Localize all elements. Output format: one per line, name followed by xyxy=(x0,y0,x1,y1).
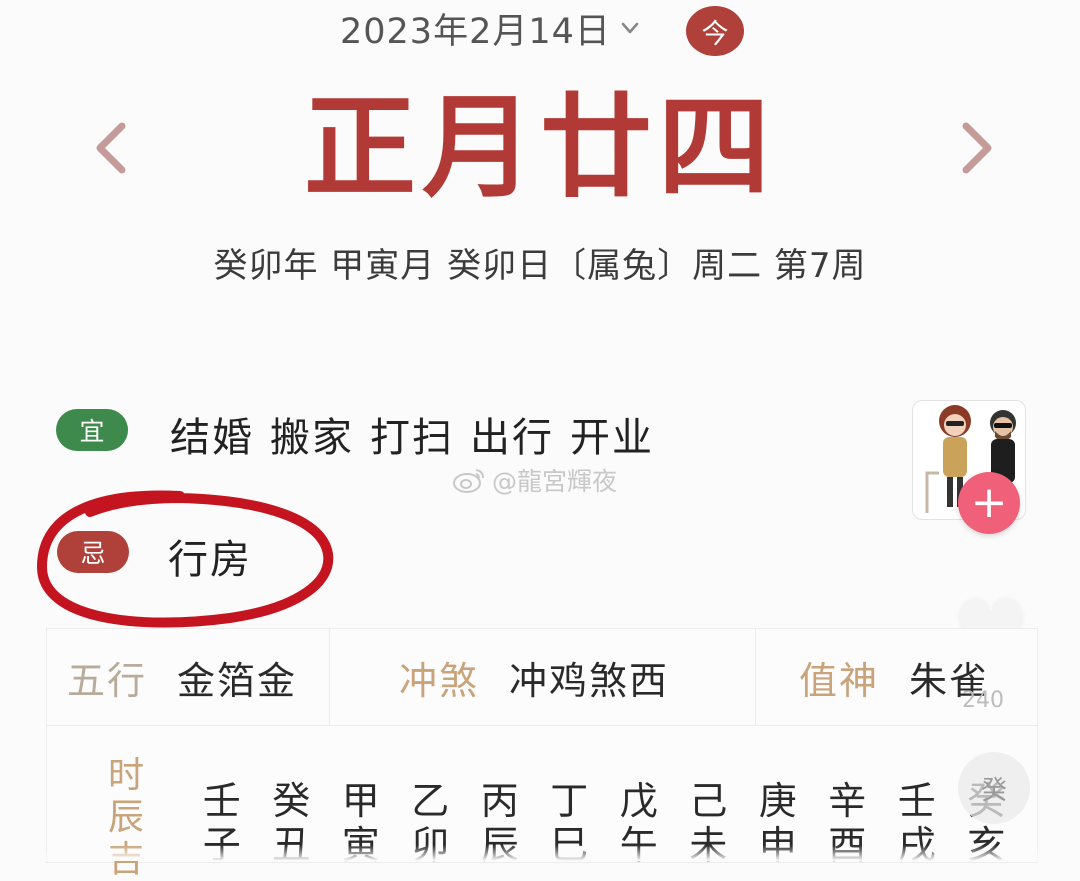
chevron-down-icon xyxy=(621,22,639,34)
wuxing-value: 金箔金 xyxy=(177,658,298,703)
watermark-text: @龍宮輝夜 xyxy=(492,467,618,496)
hour-stem: 己 xyxy=(689,779,728,823)
date-selector[interactable]: 2023年2月14日 xyxy=(340,4,641,52)
hour-stem: 乙 xyxy=(411,779,450,823)
hour-stem: 辛 xyxy=(828,779,867,823)
hour-stem: 丙 xyxy=(480,779,519,823)
almanac-info-table: 五行 金箔金 冲煞 冲鸡煞西 值神 朱雀 时辰吉 壬子 癸丑 甲寅 乙卯 丙辰 … xyxy=(46,628,1038,880)
lunar-date-title: 正月廿四 xyxy=(304,82,776,213)
zhishen-cell: 值神 朱雀 xyxy=(799,629,989,725)
bottom-fade xyxy=(0,845,1080,861)
plus-icon[interactable]: + xyxy=(958,472,1020,534)
yi-badge: 宜 xyxy=(56,409,128,451)
chongsha-label: 冲煞 xyxy=(399,658,480,703)
divider xyxy=(755,629,756,725)
hour-stem: 庚 xyxy=(758,779,797,823)
wuxing-cell: 五行 金箔金 xyxy=(67,629,297,725)
hour-stem: 甲 xyxy=(341,779,380,823)
weibo-logo-icon xyxy=(453,469,484,493)
hour-stem: 癸 xyxy=(272,779,311,823)
weibo-watermark: @龍宮輝夜 xyxy=(452,462,617,498)
yi-item: 搬家 xyxy=(270,415,354,461)
ji-badge: 忌 xyxy=(57,531,129,573)
info-row: 五行 金箔金 冲煞 冲鸡煞西 值神 朱雀 xyxy=(47,629,1037,726)
hour-stem: 壬 xyxy=(202,779,241,823)
chongsha-value: 冲鸡煞西 xyxy=(509,658,670,703)
hour-stem: 壬 xyxy=(897,779,936,823)
yi-activities: 结婚 搬家 打扫 出行 开业 xyxy=(170,405,670,463)
chongsha-cell: 冲煞 冲鸡煞西 xyxy=(399,629,669,725)
yi-item: 开业 xyxy=(570,415,654,461)
wuxing-label: 五行 xyxy=(67,658,148,703)
today-button[interactable]: 今 xyxy=(686,6,744,56)
hour-stem: 戊 xyxy=(619,779,658,823)
zhishen-label: 值神 xyxy=(799,658,880,703)
hour-stem: 丁 xyxy=(550,779,589,823)
shichen-label: 时辰吉 xyxy=(107,755,144,880)
yi-item: 打扫 xyxy=(370,415,454,461)
ji-activities: 行房 xyxy=(168,527,252,585)
ji-item: 行房 xyxy=(168,537,252,583)
divider xyxy=(329,629,330,725)
yi-item: 出行 xyxy=(470,415,554,461)
ganzhi-info: 癸卯年 甲寅月 癸卯日〔属兔〕周二 第7周 xyxy=(213,246,867,286)
like-count: 240 xyxy=(962,688,1004,713)
date-label: 2023年2月14日 xyxy=(340,11,611,52)
side-float-button[interactable]: 癸 xyxy=(958,752,1030,824)
yi-item: 结婚 xyxy=(170,415,254,461)
